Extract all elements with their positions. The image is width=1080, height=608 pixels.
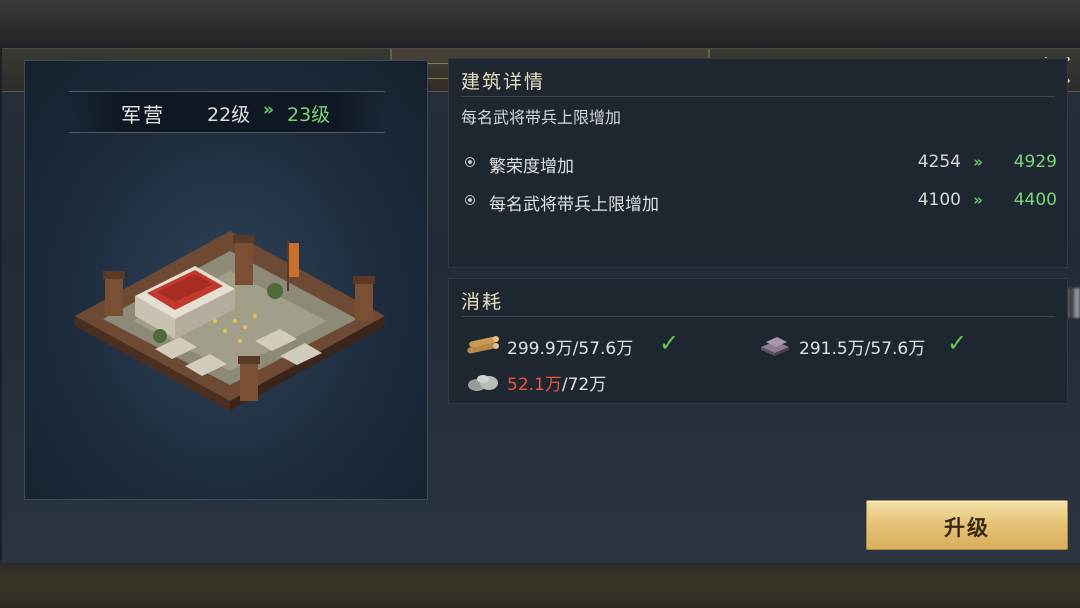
details-title: 建筑详情 [461, 71, 546, 93]
building-details-panel: 建筑详情 每名武将带兵上限增加 繁荣度增加 4254 » 4929 每名武将带兵… [448, 58, 1068, 268]
stat-label: 每名武将带兵上限增加 [489, 195, 659, 215]
wood-icon [467, 336, 499, 354]
background-top [0, 0, 1080, 50]
stat-row-troop-cap: 每名武将带兵上限增加 4100 » 4400 [465, 189, 1057, 215]
stat-arrow-icon: » [973, 153, 983, 171]
stat-row-prosperity: 繁荣度增加 4254 » 4929 [465, 151, 1057, 177]
cost-value: 291.5万/57.6万 [799, 339, 926, 359]
stat-label: 繁荣度增加 [489, 157, 574, 177]
upgrade-button-label: 升级 [944, 516, 990, 540]
check-icon: ✓ [947, 329, 968, 357]
barracks-illustration [75, 231, 385, 411]
cost-value: 299.9万/57.6万 [507, 339, 634, 359]
cost-panel: 消耗 299.9万/57.6万 ✓ 291.5万/57.6万 ✓ 52.1万/7… [448, 278, 1068, 404]
check-icon: ✓ [659, 329, 680, 357]
cost-title: 消耗 [461, 291, 504, 313]
cost-item-wood: 299.9万/57.6万 ✓ [465, 329, 715, 361]
stat-current: 4254 [917, 152, 961, 172]
stone-icon [468, 375, 498, 391]
bullet-icon [465, 195, 475, 205]
building-name: 军营 [121, 103, 165, 127]
stat-next: 4400 [1013, 190, 1057, 210]
next-level: 23级 [287, 104, 331, 126]
details-divider [461, 96, 1055, 97]
cost-divider [461, 316, 1055, 317]
stat-current: 4100 [917, 190, 961, 210]
iron-ingot-icon [761, 337, 789, 356]
building-preview-panel: 军营 22级 » 23级 [24, 60, 428, 500]
current-level: 22级 [207, 104, 251, 126]
building-name-plate: 军营 22级 » 23级 [69, 91, 385, 133]
cost-item-stone: 52.1万/72万 [465, 367, 715, 397]
background-bottom [0, 560, 1080, 608]
level-arrow-icon: » [263, 100, 274, 120]
stat-arrow-icon: » [973, 191, 983, 209]
details-description: 每名武将带兵上限增加 [461, 108, 622, 127]
upgrade-button[interactable]: 升级 [866, 500, 1068, 550]
stat-next: 4929 [1013, 152, 1057, 172]
cost-item-iron: 291.5万/57.6万 ✓ [757, 329, 1007, 361]
cost-value: 52.1万/72万 [507, 375, 607, 395]
bullet-icon [465, 157, 475, 167]
